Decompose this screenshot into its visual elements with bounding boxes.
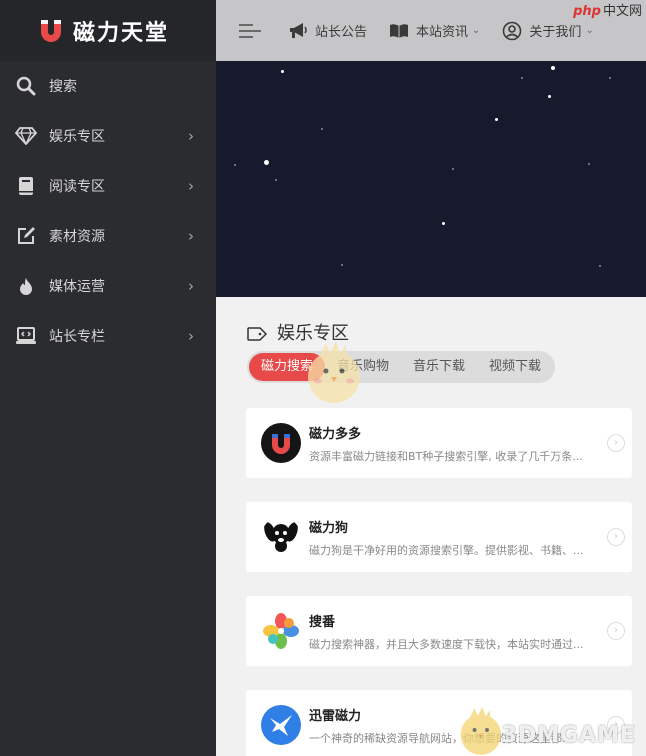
star bbox=[599, 265, 601, 267]
sidebar-item-search[interactable]: 搜索 bbox=[0, 61, 216, 111]
sidebar-item-reading[interactable]: 阅读专区 › bbox=[0, 161, 216, 211]
edit-icon bbox=[15, 225, 37, 247]
sidebar-item-label: 素材资源 bbox=[49, 229, 105, 245]
topbar: 站长公告 本站资讯 ⌄ 关于我们 ⌄ php 中文网 bbox=[216, 0, 646, 61]
announce-label: 站长公告 bbox=[315, 25, 368, 40]
tab-music-download[interactable]: 音乐下载 bbox=[401, 353, 477, 381]
magnet-logo-icon bbox=[38, 18, 64, 44]
about-label: 关于我们 bbox=[529, 25, 582, 40]
category-tabs: 磁力搜索 音乐购物 音乐下载 视频下载 bbox=[247, 351, 556, 383]
star bbox=[495, 118, 498, 121]
star bbox=[281, 70, 284, 73]
about-dropdown[interactable]: 关于我们 ⌄ bbox=[502, 21, 594, 41]
card-title: 磁力狗 bbox=[309, 520, 349, 536]
sidebar-item-webmaster[interactable]: 站长专栏 › bbox=[0, 311, 216, 361]
search-icon bbox=[15, 75, 37, 97]
tab-video-download[interactable]: 视频下载 bbox=[477, 353, 553, 381]
menu-toggle-icon[interactable] bbox=[239, 20, 263, 42]
chevron-right-icon: › bbox=[607, 528, 625, 546]
megaphone-icon bbox=[288, 21, 308, 41]
card-desc: 磁力狗是干净好用的资源搜索引擎。提供影视、书籍、... bbox=[309, 543, 584, 557]
thunder-bird-icon bbox=[261, 705, 301, 745]
open-book-icon bbox=[389, 21, 409, 41]
star bbox=[551, 66, 555, 70]
logo-text: 磁力天堂 bbox=[73, 20, 170, 46]
php-watermark: php 中文网 bbox=[573, 0, 642, 19]
sidebar-item-materials[interactable]: 素材资源 › bbox=[0, 211, 216, 261]
list-item[interactable]: 磁力多多 资源丰富磁力链接和BT种子搜索引擎, 收录了几千万条... › bbox=[246, 408, 632, 478]
card-desc: 资源丰富磁力链接和BT种子搜索引擎, 收录了几千万条... bbox=[309, 449, 583, 463]
chevron-right-icon: › bbox=[188, 177, 194, 195]
chevron-right-icon: › bbox=[188, 227, 194, 245]
star bbox=[321, 128, 323, 130]
star bbox=[521, 77, 523, 79]
diamond-icon bbox=[15, 125, 37, 147]
star bbox=[341, 264, 343, 266]
section-header: 娱乐专区 bbox=[247, 319, 349, 345]
watermark-cn-text: 中文网 bbox=[602, 4, 642, 19]
sidebar-item-label: 搜索 bbox=[49, 79, 77, 95]
tab-music-shopping[interactable]: 音乐购物 bbox=[325, 353, 401, 381]
tab-magnet-search[interactable]: 磁力搜索 bbox=[249, 353, 326, 381]
pinwheel-icon bbox=[261, 611, 301, 651]
sidebar-item-media[interactable]: 媒体运营 › bbox=[0, 261, 216, 311]
dog-icon bbox=[261, 517, 301, 557]
star bbox=[609, 77, 611, 79]
announce-link[interactable]: 站长公告 bbox=[288, 21, 367, 41]
section-title: 娱乐专区 bbox=[277, 323, 349, 344]
tag-icon bbox=[247, 325, 268, 341]
star bbox=[275, 179, 277, 181]
sidebar-item-label: 媒体运营 bbox=[49, 279, 105, 295]
watermark-php-text: php bbox=[573, 4, 601, 19]
flame-icon bbox=[15, 275, 37, 297]
chevron-down-icon: ⌄ bbox=[472, 25, 481, 36]
sidebar-nav: 搜索 娱乐专区 › 阅读专区 › 素材资源 › 媒体运营 › 站长专栏 › bbox=[0, 61, 216, 361]
chevron-right-icon: › bbox=[188, 127, 194, 145]
chevron-right-icon: › bbox=[607, 622, 625, 640]
sidebar-item-label: 阅读专区 bbox=[49, 179, 105, 195]
chevron-right-icon: › bbox=[188, 327, 194, 345]
star bbox=[264, 160, 269, 165]
star bbox=[442, 222, 445, 225]
user-circle-icon bbox=[502, 21, 522, 41]
star bbox=[234, 164, 236, 166]
hero-banner bbox=[216, 61, 646, 297]
star bbox=[588, 163, 590, 165]
chevron-right-icon: › bbox=[188, 277, 194, 295]
star bbox=[452, 168, 454, 170]
card-title: 迅雷磁力 bbox=[309, 708, 362, 724]
logo[interactable]: 磁力天堂 bbox=[0, 0, 216, 61]
3dm-watermark: 3DMGAME bbox=[501, 723, 636, 748]
card-title: 磁力多多 bbox=[309, 426, 362, 442]
card-desc: 磁力搜索神器，并且大多数速度下载快，本站实时通过... bbox=[309, 637, 584, 651]
list-item[interactable]: 磁力狗 磁力狗是干净好用的资源搜索引擎。提供影视、书籍、... › bbox=[246, 502, 632, 572]
chevron-down-icon: ⌄ bbox=[585, 25, 594, 36]
chevron-right-icon: › bbox=[607, 434, 625, 452]
sidebar-item-entertainment[interactable]: 娱乐专区 › bbox=[0, 111, 216, 161]
info-label: 本站资讯 bbox=[416, 25, 469, 40]
card-title: 搜番 bbox=[309, 614, 336, 630]
magnet-duoduo-icon bbox=[261, 423, 301, 463]
main-content: 娱乐专区 磁力搜索 音乐购物 音乐下载 视频下载 磁力多多 资源丰富磁力链接和B… bbox=[216, 297, 646, 756]
book-icon bbox=[15, 175, 37, 197]
sidebar: 磁力天堂 搜索 娱乐专区 › 阅读专区 › 素材资源 › 媒体运营 › 站长专栏… bbox=[0, 0, 216, 756]
laptop-icon bbox=[15, 325, 37, 347]
sidebar-item-label: 站长专栏 bbox=[49, 329, 105, 345]
info-dropdown[interactable]: 本站资讯 ⌄ bbox=[389, 21, 480, 41]
star bbox=[548, 95, 551, 98]
sidebar-item-label: 娱乐专区 bbox=[49, 129, 105, 145]
list-item[interactable]: 搜番 磁力搜索神器，并且大多数速度下载快，本站实时通过... › bbox=[246, 596, 632, 666]
